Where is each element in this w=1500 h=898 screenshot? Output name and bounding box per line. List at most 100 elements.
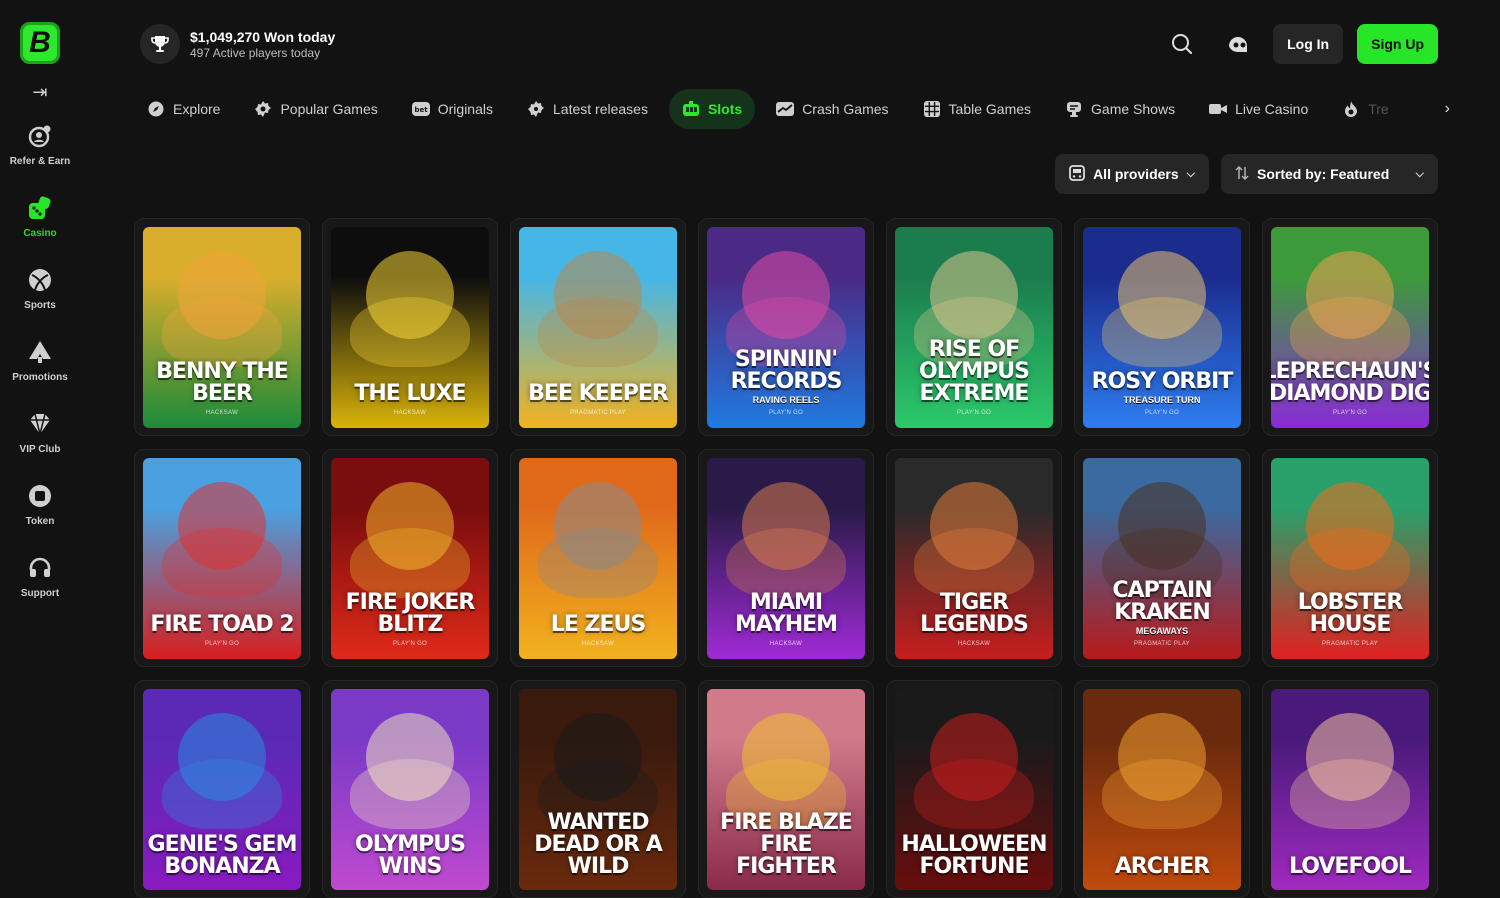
game-title: FIRE BLAZE FIRE FIGHTER — [720, 810, 853, 879]
game-card[interactable]: SPINNIN' RECORDS RAVING REELS PLAY'N GO — [698, 218, 874, 436]
game-thumbnail[interactable]: FIRE TOAD 2 PLAY'N GO — [143, 458, 301, 659]
header-actions: Log In Sign Up — [1161, 23, 1438, 65]
game-thumbnail[interactable]: ROSY ORBIT TREASURE TURN PLAY'N GO — [1083, 227, 1241, 428]
sidebar-item-vip[interactable]: VIP Club — [0, 400, 80, 472]
tab-label: Originals — [437, 101, 493, 117]
game-provider: PLAY'N GO — [956, 410, 992, 416]
providers-dropdown[interactable]: All providers ⌵ — [1055, 154, 1209, 194]
sidebar-item-casino[interactable]: Casino — [0, 184, 80, 256]
game-thumbnail[interactable]: LOBSTER HOUSE PRAGMATIC PLAY — [1271, 458, 1429, 659]
game-card[interactable]: LEPRECHAUN'S DIAMOND DIG PLAY'N GO — [1262, 218, 1438, 436]
game-card[interactable]: MIAMI MAYHEM HACKSAW — [698, 449, 874, 667]
game-title: WANTED DEAD OR A WILD — [534, 810, 663, 879]
sidebar-item-sports[interactable]: Sports — [0, 256, 80, 328]
sidebar-item-support[interactable]: Support — [0, 544, 80, 616]
tab-latest-releases[interactable]: Latest releases — [514, 89, 661, 129]
tab-table-games[interactable]: Table Games — [910, 89, 1044, 129]
game-card[interactable]: LE ZEUS HACKSAW — [510, 449, 686, 667]
tab-crash-games[interactable]: Crash Games — [763, 89, 901, 129]
game-thumbnail[interactable]: BENNY THE BEER HACKSAW — [143, 227, 301, 428]
game-card[interactable]: ARCHER — [1074, 680, 1250, 898]
game-provider: HACKSAW — [957, 641, 991, 647]
game-title: GENIE'S GEM BONANZA — [147, 832, 298, 879]
game-thumbnail[interactable]: GENIE'S GEM BONANZA — [143, 689, 301, 890]
slot-machine-icon — [682, 100, 700, 118]
game-card[interactable]: WANTED DEAD OR A WILD — [510, 680, 686, 898]
game-card[interactable]: FIRE TOAD 2 PLAY'N GO — [134, 449, 310, 667]
login-button[interactable]: Log In — [1273, 24, 1344, 64]
game-provider: HACKSAW — [393, 410, 427, 416]
game-title: LOVEFOOL — [1289, 854, 1412, 879]
tab-originals[interactable]: bet Originals — [399, 89, 506, 129]
game-character-body — [726, 528, 846, 598]
game-card[interactable]: LOBSTER HOUSE PRAGMATIC PLAY — [1262, 449, 1438, 667]
game-card[interactable]: TIGER LEGENDS HACKSAW — [886, 449, 1062, 667]
game-card[interactable]: FIRE JOKER BLITZ PLAY'N GO — [322, 449, 498, 667]
game-title: MIAMI MAYHEM — [734, 590, 838, 637]
game-character-body — [538, 297, 658, 367]
game-card[interactable]: GENIE'S GEM BONANZA — [134, 680, 310, 898]
game-thumbnail[interactable]: BEE KEEPER PRAGMATIC PLAY — [519, 227, 677, 428]
game-provider: HACKSAW — [205, 410, 239, 416]
game-character-body — [538, 528, 658, 598]
game-thumbnail[interactable]: FIRE JOKER BLITZ PLAY'N GO — [331, 458, 489, 659]
signup-button[interactable]: Sign Up — [1357, 24, 1438, 64]
game-character-body — [914, 759, 1034, 829]
game-thumbnail[interactable]: SPINNIN' RECORDS RAVING REELS PLAY'N GO — [707, 227, 865, 428]
tab-label: Latest releases — [553, 101, 648, 117]
crash-icon — [776, 100, 795, 118]
provider-icon — [1069, 164, 1085, 184]
game-card[interactable]: OLYMPUS WINS — [322, 680, 498, 898]
game-thumbnail[interactable]: THE LUXE HACKSAW — [331, 227, 489, 428]
game-card[interactable]: BEE KEEPER PRAGMATIC PLAY — [510, 218, 686, 436]
sort-dropdown[interactable]: Sorted by: Featured ⌵ — [1221, 154, 1438, 194]
game-thumbnail[interactable]: LEPRECHAUN'S DIAMOND DIG PLAY'N GO — [1271, 227, 1429, 428]
game-title: ROSY ORBIT — [1091, 369, 1234, 394]
game-thumbnail[interactable]: OLYMPUS WINS — [331, 689, 489, 890]
game-thumbnail[interactable]: CAPTAIN KRAKEN MEGAWAYS PRAGMATIC PLAY — [1083, 458, 1241, 659]
game-card[interactable]: FIRE BLAZE FIRE FIGHTER — [698, 680, 874, 898]
game-thumbnail[interactable]: MIAMI MAYHEM HACKSAW — [707, 458, 865, 659]
chat-icon[interactable] — [1217, 23, 1259, 65]
chevron-right-icon[interactable]: › — [1422, 88, 1450, 130]
game-thumbnail[interactable]: RISE OF OLYMPUS EXTREME PLAY'N GO — [895, 227, 1053, 428]
game-thumbnail[interactable]: LOVEFOOL — [1271, 689, 1429, 890]
tab-label: Slots — [707, 101, 743, 117]
game-thumbnail[interactable]: TIGER LEGENDS HACKSAW — [895, 458, 1053, 659]
game-thumbnail[interactable]: ARCHER — [1083, 689, 1241, 890]
game-grid: BENNY THE BEER HACKSAW THE LUXE HACKSAW BEE … — [134, 218, 1438, 898]
game-title: SPINNIN' RECORDS — [730, 347, 843, 394]
tab-slots[interactable]: Slots — [668, 89, 756, 129]
game-card[interactable]: ROSY ORBIT TREASURE TURN PLAY'N GO — [1074, 218, 1250, 436]
game-card[interactable]: CAPTAIN KRAKEN MEGAWAYS PRAGMATIC PLAY — [1074, 449, 1250, 667]
game-card[interactable]: HALLOWEEN FORTUNE — [886, 680, 1062, 898]
game-character-body — [162, 297, 282, 367]
game-thumbnail[interactable]: LE ZEUS HACKSAW — [519, 458, 677, 659]
diamond-icon — [26, 410, 54, 438]
collapse-sidebar-icon[interactable]: ⇥ — [32, 80, 47, 104]
game-card[interactable]: THE LUXE HACKSAW — [322, 218, 498, 436]
sidebar-item-token[interactable]: Token — [0, 472, 80, 544]
tab-explore[interactable]: Explore — [134, 89, 233, 129]
game-provider: PRAGMATIC PLAY — [1322, 641, 1378, 647]
tab-popular-games[interactable]: Popular Games — [241, 89, 390, 129]
search-icon[interactable] — [1161, 23, 1203, 65]
game-title: CAPTAIN KRAKEN — [1112, 578, 1212, 625]
game-title: THE LUXE — [354, 381, 466, 406]
game-character-body — [162, 528, 282, 598]
sidebar-item-promotions[interactable]: Promotions — [0, 328, 80, 400]
game-card[interactable]: BENNY THE BEER HACKSAW — [134, 218, 310, 436]
winnings-summary: $1,049,270 Won today 497 Active players … — [190, 29, 335, 60]
tab-trending[interactable]: Tre — [1329, 89, 1401, 129]
sidebar-item-refer[interactable]: Refer & Earn — [0, 112, 80, 184]
game-card[interactable]: LOVEFOOL — [1262, 680, 1438, 898]
game-thumbnail[interactable]: HALLOWEEN FORTUNE — [895, 689, 1053, 890]
tab-label: Table Games — [948, 101, 1032, 117]
game-thumbnail[interactable]: FIRE BLAZE FIRE FIGHTER — [707, 689, 865, 890]
tab-live-casino[interactable]: Live Casino — [1196, 89, 1321, 129]
tab-game-shows[interactable]: Game Shows — [1052, 89, 1188, 129]
game-card[interactable]: RISE OF OLYMPUS EXTREME PLAY'N GO — [886, 218, 1062, 436]
sidebar-item-label: Casino — [23, 228, 57, 239]
game-thumbnail[interactable]: WANTED DEAD OR A WILD — [519, 689, 677, 890]
brand-logo[interactable]: B — [20, 22, 60, 64]
